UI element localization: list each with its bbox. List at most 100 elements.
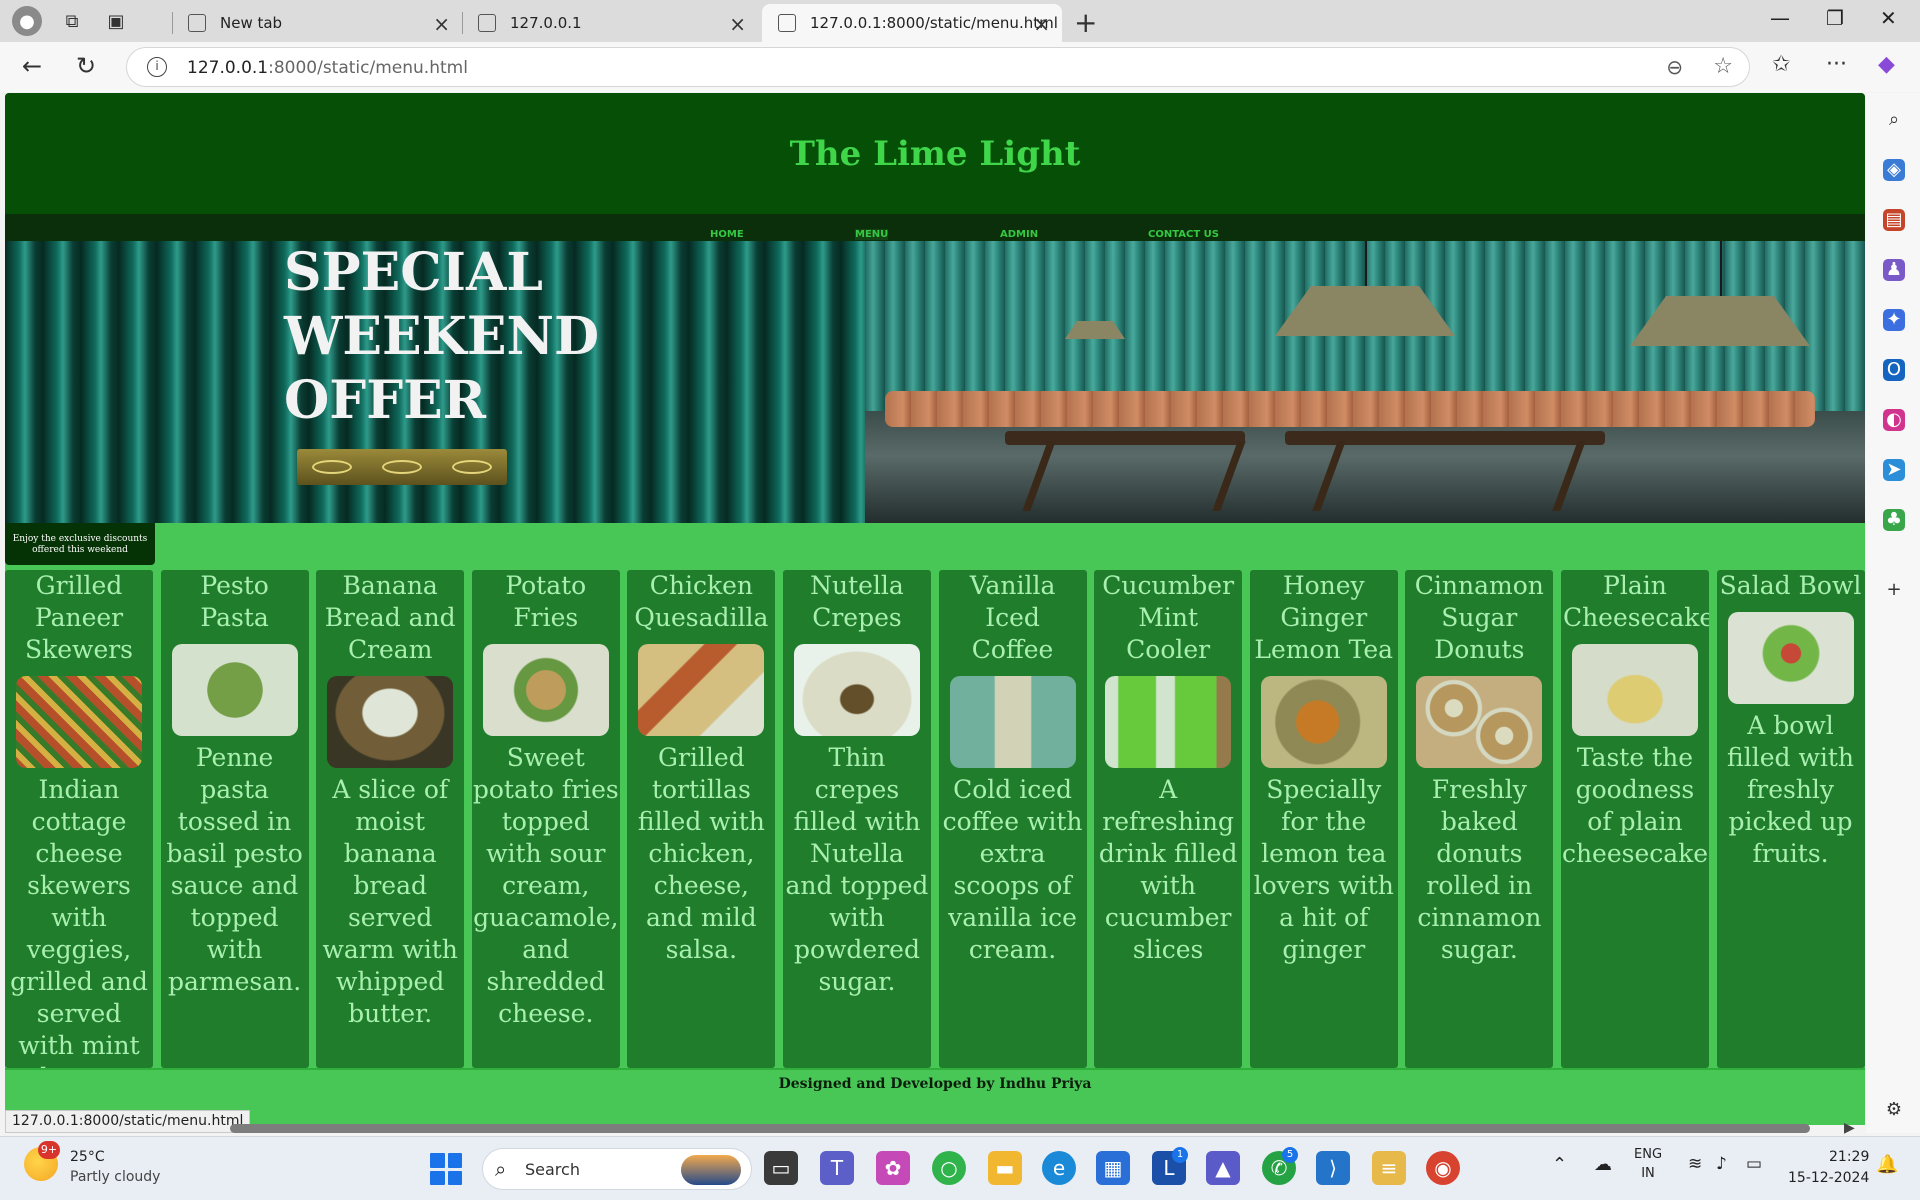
- menu-card-vanilla-iced-coffee[interactable]: Vanilla Iced Coffee Cold iced coffee wit…: [938, 570, 1087, 1068]
- tab-actions-icon[interactable]: ▣: [102, 7, 130, 35]
- menu-item-name: Chicken Quesadilla: [634, 571, 769, 632]
- games-icon[interactable]: ♟: [1883, 259, 1905, 281]
- microsoft-store-icon[interactable]: ▦: [1096, 1151, 1130, 1185]
- more-options-icon[interactable]: ···: [1826, 52, 1847, 77]
- windows-taskbar: 9+ 25°C Partly cloudy ⌕ Search ▭ T ✿ ○ ▬…: [0, 1136, 1920, 1200]
- menu-item-image: [482, 644, 609, 736]
- nav-menu-link[interactable]: MENU: [855, 229, 889, 240]
- chrome-icon[interactable]: ◉: [1426, 1151, 1460, 1185]
- tab-menu-active[interactable]: 127.0.0.1:8000/static/menu.html ×: [762, 4, 1062, 42]
- file-explorer-icon[interactable]: ▬: [988, 1151, 1022, 1185]
- lamp-cord: [1720, 241, 1722, 296]
- notepad-icon[interactable]: ≡: [1372, 1151, 1406, 1185]
- taskbar-search[interactable]: ⌕ Search: [482, 1148, 752, 1190]
- nav-contact-link[interactable]: CONTACT US: [1148, 229, 1219, 240]
- profile-icon[interactable]: ●: [12, 6, 42, 36]
- designer-icon[interactable]: ◐: [1883, 409, 1905, 431]
- menu-item-image: [1416, 676, 1543, 768]
- reload-icon[interactable]: ↻: [76, 52, 96, 80]
- tab-localhost[interactable]: 127.0.0.1 ×: [462, 4, 758, 42]
- menu-card-chicken-quesadilla[interactable]: Chicken Quesadilla Grilled tortillas fil…: [627, 570, 776, 1068]
- search-icon[interactable]: ⌕: [1883, 109, 1905, 131]
- menu-item-name: Plain Cheesecake: [1562, 571, 1709, 632]
- menu-card-banana-bread-and-cream[interactable]: Banana Bread and Cream A slice of moist …: [316, 570, 465, 1068]
- hero-line: OFFER: [284, 370, 486, 431]
- new-tab-plus-icon[interactable]: +: [1074, 6, 1097, 39]
- search-highlight-image: [681, 1155, 741, 1185]
- sidebar-settings-gear-icon[interactable]: ⚙: [1883, 1099, 1905, 1121]
- maximize-icon[interactable]: ❐: [1826, 6, 1844, 30]
- battery-icon[interactable]: ▭: [1746, 1155, 1762, 1174]
- site-nav: HOME MENU ADMIN CONTACT US: [5, 214, 1865, 241]
- scroll-right-arrow-icon[interactable]: ▶: [1844, 1120, 1855, 1136]
- menu-card-nutella-crepes[interactable]: Nutella Crepes Thin crepes filled with N…: [782, 570, 931, 1068]
- send-plane-icon[interactable]: ➤: [1883, 459, 1905, 481]
- close-tab-icon[interactable]: ×: [1033, 12, 1050, 36]
- volume-icon[interactable]: ♪: [1716, 1155, 1727, 1174]
- menu-card-salad-bowl[interactable]: Salad Bowl A bowl filled with freshly pi…: [1716, 570, 1865, 1068]
- menu-card-grilled-paneer-skewers[interactable]: Grilled Paneer Skewers Indian cottage ch…: [5, 570, 153, 1068]
- add-sidebar-item-icon[interactable]: +: [1883, 579, 1905, 601]
- nav-home-link[interactable]: HOME: [710, 229, 744, 240]
- menu-item-name: Cucumber Mint Cooler: [1102, 571, 1235, 664]
- address-url[interactable]: 127.0.0.1:8000/static/menu.html: [187, 58, 468, 78]
- copilot-icon[interactable]: ◆: [1878, 52, 1895, 77]
- horizontal-scrollbar[interactable]: [230, 1124, 1810, 1133]
- menu-card-honey-ginger-lemon-tea[interactable]: Honey Ginger Lemon Tea Specially for the…: [1249, 570, 1398, 1068]
- menu-item-description: Cold iced coffee with extra scoops of va…: [942, 775, 1083, 964]
- close-tab-icon[interactable]: ×: [433, 12, 450, 36]
- menu-item-description: Grilled tortillas filled with chicken, c…: [637, 743, 765, 964]
- menu-card-grid: Grilled Paneer Skewers Indian cottage ch…: [5, 570, 1865, 1068]
- copilot-apps-icon[interactable]: ✦: [1883, 309, 1905, 331]
- shopping-tag-icon[interactable]: ◈: [1883, 159, 1905, 181]
- wifi-icon[interactable]: ≋: [1688, 1155, 1702, 1174]
- tree-icon[interactable]: ♣: [1883, 509, 1905, 531]
- menu-item-name: Grilled Paneer Skewers: [24, 571, 134, 664]
- favorites-icon[interactable]: ✩: [1772, 52, 1790, 77]
- menu-card-cinnamon-sugar-donuts[interactable]: Cinnamon Sugar Donuts Freshly baked donu…: [1405, 570, 1554, 1068]
- menu-item-description: Penne pasta tossed in basil pesto sauce …: [166, 743, 303, 996]
- menu-item-description: Specially for the lemon tea lovers with …: [1253, 775, 1394, 964]
- outlook-icon[interactable]: O: [1883, 359, 1905, 381]
- menu-item-name: Vanilla Iced Coffee: [969, 571, 1056, 664]
- task-view-icon[interactable]: ▭: [764, 1151, 798, 1185]
- menu-card-cucumber-mint-cooler[interactable]: Cucumber Mint Cooler A refreshing drink …: [1094, 570, 1243, 1068]
- weather-widget[interactable]: 9+ 25°C Partly cloudy: [24, 1141, 160, 1187]
- hero-tooltip: Enjoy the exclusive discounts offered th…: [5, 523, 155, 565]
- triangle-app-icon[interactable]: ▲: [1206, 1151, 1240, 1185]
- site-title: The Lime Light: [789, 133, 1081, 174]
- menu-item-image: [171, 644, 298, 736]
- loop-app-icon[interactable]: ○: [932, 1151, 966, 1185]
- menu-card-plain-cheesecake[interactable]: Plain Cheesecake Taste the goodness of p…: [1560, 570, 1709, 1068]
- menu-card-pesto-pasta[interactable]: Pesto Pasta Penne pasta tossed in basil …: [160, 570, 309, 1068]
- tools-briefcase-icon[interactable]: ▤: [1883, 209, 1905, 231]
- menu-card-potato-fries[interactable]: Potato Fries Sweet potato fries topped w…: [471, 570, 620, 1068]
- address-bar[interactable]: i 127.0.0.1:8000/static/menu.html ⊖ ☆: [126, 47, 1750, 87]
- menu-item-name: Pesto Pasta: [200, 571, 269, 632]
- notification-bell-icon[interactable]: 🔔: [1876, 1155, 1898, 1174]
- menu-item-image: [638, 644, 765, 736]
- copilot-taskbar-icon[interactable]: ✿: [876, 1151, 910, 1185]
- system-clock[interactable]: 21:29 15-12-2024: [1788, 1147, 1869, 1189]
- close-window-icon[interactable]: ✕: [1880, 6, 1897, 30]
- start-button[interactable]: [430, 1153, 462, 1185]
- site-header: The Lime Light: [5, 93, 1865, 214]
- language-indicator[interactable]: ENG IN: [1634, 1145, 1662, 1183]
- favorite-star-icon[interactable]: ☆: [1713, 54, 1733, 79]
- show-hidden-icons-chevron-icon[interactable]: ⌃: [1552, 1155, 1567, 1174]
- browser-sidebar: ⌕ ◈ ▤ ♟ ✦ O ◐ ➤ ♣ + ⚙: [1866, 93, 1920, 1133]
- onedrive-icon[interactable]: ☁: [1594, 1155, 1612, 1174]
- teams-icon[interactable]: T: [820, 1151, 854, 1185]
- vscode-icon[interactable]: ⟩: [1316, 1151, 1350, 1185]
- minimize-icon[interactable]: —: [1770, 6, 1790, 30]
- zoom-out-icon[interactable]: ⊖: [1666, 55, 1683, 79]
- tab-new-tab[interactable]: New tab ×: [172, 4, 462, 42]
- menu-item-description: Indian cottage cheese skewers with veggi…: [10, 775, 148, 1068]
- workspaces-icon[interactable]: ⧉: [58, 7, 86, 35]
- nav-admin-link[interactable]: ADMIN: [1000, 229, 1038, 240]
- edge-browser-icon[interactable]: e: [1042, 1151, 1076, 1185]
- site-info-icon[interactable]: i: [147, 57, 167, 77]
- close-tab-icon[interactable]: ×: [729, 12, 746, 36]
- back-arrow-icon[interactable]: ←: [22, 52, 42, 80]
- hero-banner[interactable]: SPECIAL WEEKEND OFFER: [5, 241, 1865, 523]
